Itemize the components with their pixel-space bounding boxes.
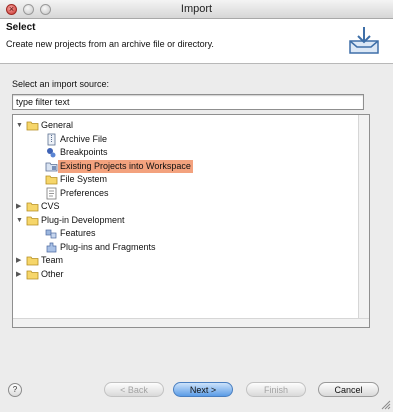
tree-item-label: General	[41, 120, 74, 130]
file-system-folder-icon	[45, 173, 58, 186]
page-heading: Select	[6, 22, 36, 33]
tree-item-label: Breakpoints	[60, 147, 108, 157]
collapsed-triangle-icon[interactable]: ▶	[16, 200, 26, 213]
close-window-button[interactable]: ×	[6, 4, 17, 15]
tree-item[interactable]: ▼ Plug-in Development	[16, 214, 127, 227]
tree-item-label: Archive File	[60, 133, 108, 144]
cancel-button[interactable]: Cancel	[318, 382, 379, 397]
plugins-icon	[45, 241, 58, 254]
help-button[interactable]: ?	[8, 383, 22, 397]
expanded-triangle-icon[interactable]: ▼	[16, 119, 26, 132]
tree-item-label: Other	[41, 268, 64, 279]
project-icon	[45, 160, 58, 173]
vertical-scrollbar[interactable]	[358, 115, 369, 327]
tree-item-label: Existing Projects into Workspace	[58, 159, 193, 173]
tree-item[interactable]: Preferences	[35, 187, 111, 200]
resize-grip-icon[interactable]	[381, 400, 391, 410]
breakpoints-icon	[45, 146, 58, 159]
tree-item-label: Features	[60, 228, 96, 238]
expanded-triangle-icon[interactable]: ▼	[16, 214, 26, 227]
tree-item-label: Team	[41, 255, 64, 265]
tree-item-label: Preferences	[60, 187, 109, 198]
folder-icon	[26, 119, 39, 132]
preferences-icon	[45, 187, 58, 200]
close-icon: ×	[8, 4, 15, 14]
folder-icon	[26, 200, 39, 213]
tree-item[interactable]: ▶ CVS	[16, 200, 62, 213]
collapsed-triangle-icon[interactable]: ▶	[16, 254, 26, 267]
tree-item[interactable]: ▼ General	[16, 119, 75, 132]
finish-button[interactable]: Finish	[246, 382, 306, 397]
import-source-label: Select an import source:	[12, 79, 110, 89]
tree-item-label: Plug-in Development	[41, 214, 125, 225]
tree-item-label: File System	[60, 174, 108, 184]
page-description: Create new projects from an archive file…	[6, 39, 214, 49]
folder-icon	[26, 254, 39, 267]
tree-item[interactable]: ▶ Other	[16, 268, 66, 281]
horizontal-scrollbar[interactable]	[13, 318, 369, 327]
tree-item[interactable]: File System	[35, 173, 109, 186]
wizard-banner: Select Create new projects from an archi…	[0, 19, 393, 64]
tree-item[interactable]: Breakpoints	[35, 146, 110, 159]
tree-item[interactable]: Features	[35, 227, 98, 240]
features-icon	[45, 227, 58, 240]
import-wizard-icon	[349, 27, 379, 54]
next-button[interactable]: Next >	[173, 382, 233, 397]
tree-item[interactable]: Existing Projects into Workspace	[35, 159, 193, 173]
back-button[interactable]: < Back	[104, 382, 164, 397]
import-dialog: × Import Select Create new projects from…	[0, 0, 393, 412]
window-title: Import	[180, 3, 213, 15]
help-icon: ?	[12, 385, 18, 394]
import-source-tree[interactable]: ▼ General Archive File Breakpoints Existing …	[12, 114, 370, 328]
folder-icon	[26, 214, 39, 227]
filter-input[interactable]	[12, 94, 364, 110]
collapsed-triangle-icon[interactable]: ▶	[16, 268, 26, 281]
archive-file-icon	[45, 133, 58, 146]
minimize-window-button[interactable]	[23, 4, 34, 15]
title-bar: × Import	[0, 0, 393, 19]
tree-item[interactable]: Archive File	[35, 133, 109, 146]
tree-item[interactable]: Plug-ins and Fragments	[35, 241, 158, 254]
tree-item-label: CVS	[41, 201, 60, 211]
tree-item-label: Plug-ins and Fragments	[60, 241, 156, 252]
tree-item[interactable]: ▶ Team	[16, 254, 65, 267]
zoom-window-button[interactable]	[40, 4, 51, 15]
folder-icon	[26, 268, 39, 281]
